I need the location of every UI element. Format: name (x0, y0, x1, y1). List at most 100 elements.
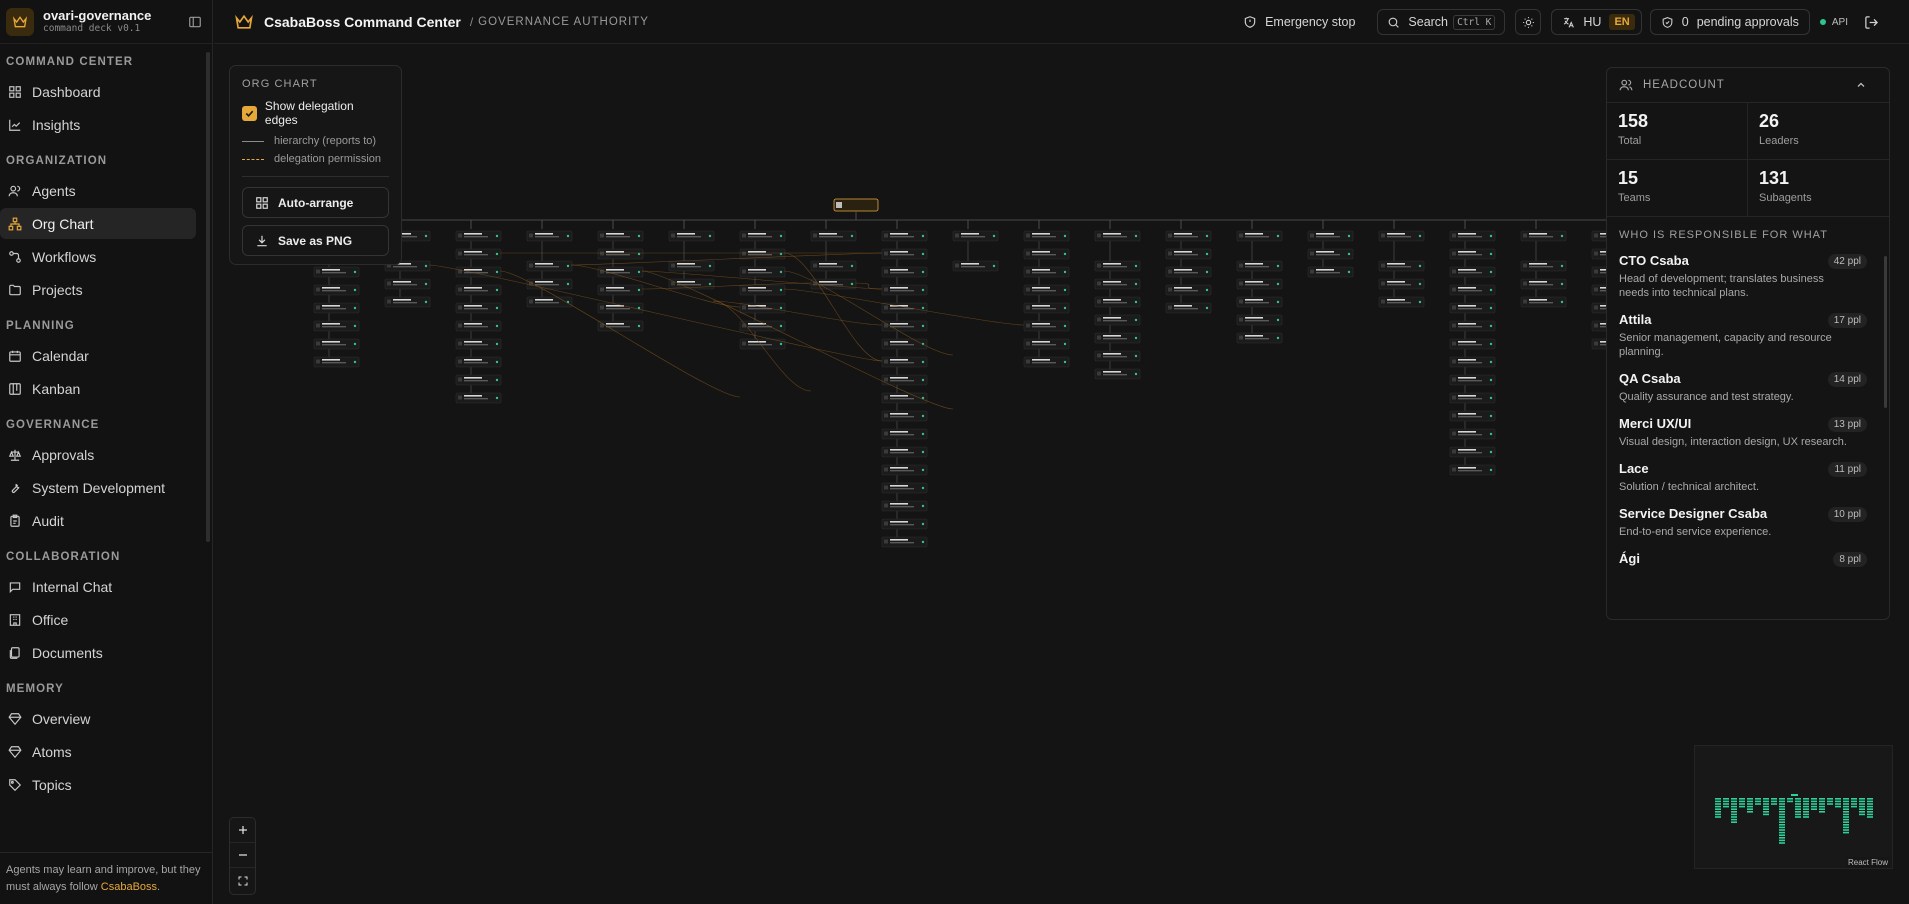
org-node[interactable] (739, 266, 786, 278)
org-node[interactable] (1449, 320, 1496, 332)
org-node[interactable] (881, 230, 928, 242)
org-node[interactable] (1236, 332, 1283, 344)
responsibility-item[interactable]: Attila 17 ppl Senior management, capacit… (1607, 306, 1889, 365)
org-node[interactable] (455, 392, 502, 404)
org-node[interactable] (1023, 338, 1070, 350)
org-node[interactable] (1165, 302, 1212, 314)
org-node[interactable] (526, 296, 573, 308)
org-node[interactable] (597, 302, 644, 314)
sidebar-item-workflows[interactable]: Workflows (0, 241, 196, 272)
org-node[interactable] (455, 356, 502, 368)
org-node[interactable] (313, 266, 360, 278)
search-button[interactable]: Search Ctrl K (1377, 9, 1506, 35)
org-node[interactable] (1449, 410, 1496, 422)
org-node[interactable] (1449, 302, 1496, 314)
zoom-out-button[interactable] (230, 843, 255, 868)
sidebar-item-internal-chat[interactable]: Internal Chat (0, 571, 196, 602)
zoom-in-button[interactable] (230, 818, 255, 843)
sidebar-item-kanban[interactable]: Kanban (0, 373, 196, 404)
react-flow-attribution[interactable]: React Flow (1845, 857, 1890, 868)
checkbox-checked-icon[interactable] (242, 105, 257, 121)
org-node[interactable] (1094, 278, 1141, 290)
org-node[interactable] (1165, 284, 1212, 296)
headcount-header[interactable]: HEADCOUNT (1607, 68, 1889, 103)
save-png-button[interactable]: Save as PNG (242, 225, 389, 256)
logout-button[interactable] (1864, 9, 1887, 35)
sidebar-item-audit[interactable]: Audit (0, 505, 196, 536)
org-node[interactable] (455, 248, 502, 260)
sidebar-item-agents[interactable]: Agents (0, 175, 196, 206)
org-node[interactable] (881, 374, 928, 386)
org-node[interactable] (1023, 284, 1070, 296)
org-node[interactable] (526, 260, 573, 272)
org-node[interactable] (597, 248, 644, 260)
org-node[interactable] (1094, 350, 1141, 362)
org-node[interactable] (1307, 248, 1354, 260)
org-node[interactable] (810, 260, 857, 272)
language-switcher[interactable]: HU EN (1551, 9, 1642, 35)
org-node[interactable] (739, 284, 786, 296)
org-node[interactable] (1023, 230, 1070, 242)
sidebar-item-approvals[interactable]: Approvals (0, 439, 196, 470)
fit-view-button[interactable] (230, 868, 255, 893)
org-node[interactable] (881, 464, 928, 476)
sidebar-item-org-chart[interactable]: Org Chart (0, 208, 196, 239)
org-node[interactable] (881, 320, 928, 332)
org-node[interactable] (1449, 230, 1496, 242)
org-node[interactable] (881, 248, 928, 260)
sidebar-scrollbar[interactable] (206, 52, 210, 542)
pending-approvals-button[interactable]: 0 pending approvals (1649, 9, 1810, 35)
org-node[interactable] (668, 230, 715, 242)
org-node[interactable] (1449, 356, 1496, 368)
lang-en-option[interactable]: EN (1609, 14, 1635, 30)
org-node[interactable] (1378, 296, 1425, 308)
org-node[interactable] (1236, 260, 1283, 272)
org-node[interactable] (313, 320, 360, 332)
sidebar-item-insights[interactable]: Insights (0, 109, 196, 140)
org-node[interactable] (1236, 278, 1283, 290)
org-node[interactable] (313, 338, 360, 350)
org-node[interactable] (1449, 248, 1496, 260)
org-node[interactable] (1094, 314, 1141, 326)
org-node[interactable] (1094, 230, 1141, 242)
org-node[interactable] (1165, 230, 1212, 242)
org-node[interactable] (455, 284, 502, 296)
responsibility-item[interactable]: Ági 8 ppl (1607, 545, 1889, 576)
org-node[interactable] (1023, 266, 1070, 278)
org-node[interactable] (1449, 338, 1496, 350)
org-node[interactable] (384, 296, 431, 308)
org-node[interactable] (739, 320, 786, 332)
org-node[interactable] (881, 518, 928, 530)
minimap[interactable]: React Flow (1694, 745, 1893, 869)
org-node[interactable] (455, 320, 502, 332)
org-node[interactable] (1449, 446, 1496, 458)
org-node[interactable] (1023, 320, 1070, 332)
org-node[interactable] (384, 278, 431, 290)
org-node[interactable] (597, 284, 644, 296)
sidebar-item-overview[interactable]: Overview (0, 703, 196, 734)
org-node[interactable] (1449, 266, 1496, 278)
org-node[interactable] (668, 260, 715, 272)
org-node[interactable] (1236, 230, 1283, 242)
org-node[interactable] (810, 230, 857, 242)
org-node[interactable] (881, 482, 928, 494)
org-node[interactable] (1520, 260, 1567, 272)
org-node[interactable] (1449, 428, 1496, 440)
org-node[interactable] (1023, 302, 1070, 314)
org-node[interactable] (1449, 284, 1496, 296)
org-node[interactable] (1094, 260, 1141, 272)
org-node[interactable] (1165, 248, 1212, 260)
emergency-stop-button[interactable]: Emergency stop (1243, 9, 1355, 35)
theme-toggle-button[interactable] (1515, 9, 1542, 35)
org-node[interactable] (881, 410, 928, 422)
org-node[interactable] (1449, 374, 1496, 386)
org-node[interactable] (881, 266, 928, 278)
org-node[interactable] (455, 302, 502, 314)
org-node[interactable] (455, 338, 502, 350)
org-node[interactable] (1236, 296, 1283, 308)
org-node[interactable] (526, 230, 573, 242)
org-node[interactable] (739, 230, 786, 242)
sidebar-item-dashboard[interactable]: Dashboard (0, 76, 196, 107)
org-node[interactable] (455, 374, 502, 386)
org-node[interactable] (1520, 296, 1567, 308)
